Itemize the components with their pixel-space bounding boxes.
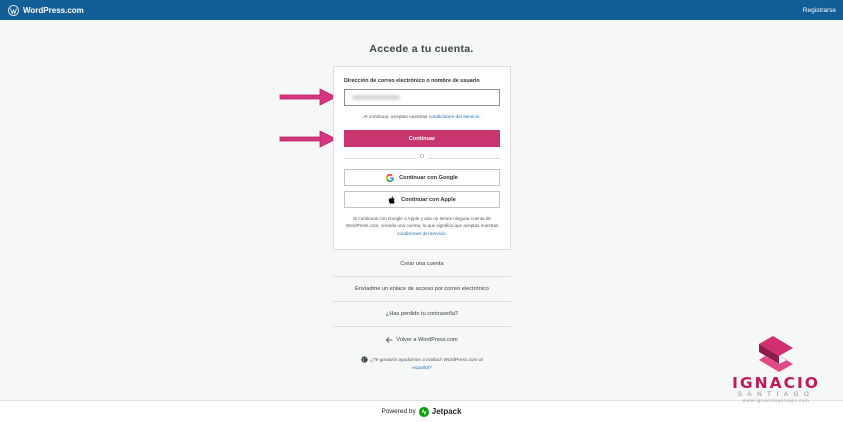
google-button[interactable]: Continuar con Google bbox=[344, 169, 500, 186]
tos-suffix: . bbox=[479, 115, 481, 120]
login-card: Dirección de correo electrónico o nombre… bbox=[333, 66, 511, 250]
tos-prefix: Al continuar, aceptas nuestras bbox=[363, 115, 428, 120]
brand-name: WordPress.com bbox=[23, 5, 84, 15]
translate-link[interactable]: español? bbox=[412, 366, 431, 371]
google-button-label: Continuar con Google bbox=[399, 174, 458, 181]
apple-button-label: Continuar con Apple bbox=[401, 196, 456, 203]
social-note-tos-link[interactable]: condiciones del servicio bbox=[397, 231, 446, 236]
blurred-email-value bbox=[352, 95, 400, 100]
email-label: Dirección de correo electrónico o nombre… bbox=[344, 78, 480, 84]
social-signup-notice: Si continuas con Google o Apple y aún no… bbox=[342, 215, 502, 237]
translate-text: ¿Te gustaría ayudarnos a traducir WordPr… bbox=[370, 357, 483, 363]
create-account-link[interactable]: Crear una cuenta bbox=[333, 252, 511, 277]
separator-line-right bbox=[428, 158, 500, 159]
or-text: O bbox=[419, 154, 425, 160]
watermark-surname: SANTIAGO bbox=[737, 391, 815, 398]
tos-notice: Al continuar, aceptas nuestras condicion… bbox=[334, 115, 510, 120]
register-link[interactable]: Registrarse bbox=[803, 7, 836, 14]
watermark-url: www.ignaciosantiago.com bbox=[742, 398, 810, 403]
back-to-wordpress-link[interactable]: Volver a WordPress.com bbox=[333, 327, 511, 352]
social-note-prefix: Si continuas con Google o Apple y aún no… bbox=[345, 216, 499, 229]
jetpack-name[interactable]: Jetpack bbox=[432, 407, 462, 416]
google-icon bbox=[386, 173, 394, 182]
annotation-arrow-email-icon bbox=[279, 88, 337, 106]
jetpack-icon bbox=[418, 406, 429, 417]
globe-icon bbox=[361, 356, 368, 363]
page-title: Accede a tu cuenta. bbox=[369, 43, 474, 55]
apple-button[interactable]: Continuar con Apple bbox=[344, 191, 500, 208]
wordpress-logo-icon bbox=[8, 4, 19, 16]
brand-link[interactable]: WordPress.com bbox=[8, 4, 84, 16]
social-note-suffix: . bbox=[445, 230, 447, 236]
arrow-left-icon bbox=[386, 336, 393, 343]
author-watermark: IGNACIO SANTIAGO www.ignaciosantiago.com bbox=[715, 334, 837, 403]
or-separator: O bbox=[334, 154, 510, 162]
translate-invite: ¿Te gustaría ayudarnos a traducir WordPr… bbox=[340, 356, 504, 373]
email-field[interactable] bbox=[344, 89, 500, 106]
annotation-arrow-continue-icon bbox=[279, 130, 337, 148]
apple-icon bbox=[388, 195, 395, 204]
login-footer-links: Crear una cuenta Envíadme un enlace de a… bbox=[333, 252, 511, 352]
lost-password-label: ¿Has perdido tu contraseña? bbox=[385, 311, 459, 317]
email-login-label: Envíadme un enlace de acceso por correo … bbox=[355, 286, 489, 292]
create-account-label: Crear una cuenta bbox=[400, 261, 444, 267]
watermark-name: IGNACIO bbox=[732, 374, 820, 392]
lost-password-link[interactable]: ¿Has perdido tu contraseña? bbox=[333, 302, 511, 327]
top-bar: WordPress.com Registrarse bbox=[0, 0, 843, 20]
back-label: Volver a WordPress.com bbox=[396, 336, 458, 343]
tos-link[interactable]: condiciones del servicio bbox=[429, 115, 480, 120]
powered-by-text: Powered by bbox=[381, 408, 416, 415]
powered-by-footer: Powered by Jetpack bbox=[0, 400, 843, 422]
email-login-link[interactable]: Envíadme un enlace de acceso por correo … bbox=[333, 277, 511, 302]
ignacio-santiago-logo-icon bbox=[759, 336, 793, 372]
continue-button[interactable]: Continuar bbox=[344, 130, 500, 147]
